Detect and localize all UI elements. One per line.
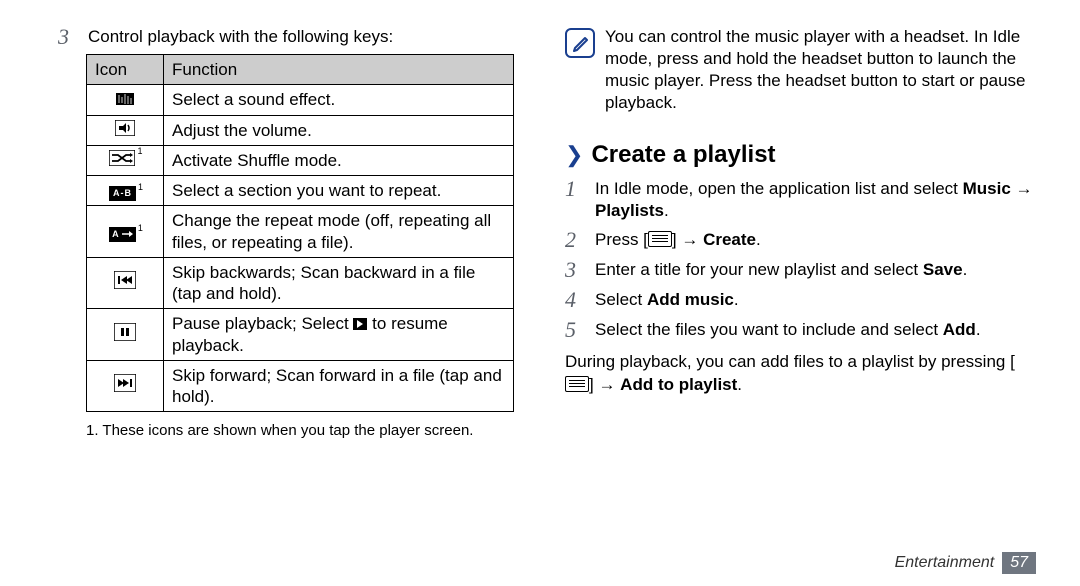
step-text: Select the files you want to include and… [595,319,1036,340]
function-text: Select a section you want to repeat. [164,176,514,206]
menu-icon [565,376,589,392]
page-footer: Entertainment 57 [895,552,1036,574]
footnote: 1. These icons are shown when you tap th… [86,422,529,441]
section-name: Entertainment [895,553,995,573]
function-text: Select a sound effect. [164,85,514,115]
note-box: You can control the music player with a … [565,26,1036,114]
function-text: Change the repeat mode (off, repeating a… [164,206,514,258]
step-3: 3 Control playback with the following ke… [58,26,529,48]
skip-back-icon [87,257,164,309]
chevron-right-icon: ❯ [565,144,583,166]
footnote-marker: 1 [138,182,143,193]
table-row: Select a sound effect. [87,85,514,115]
header-icon: Icon [87,55,164,85]
left-column: 3 Control playback with the following ke… [58,26,529,578]
right-column: You can control the music player with a … [565,26,1036,578]
step-text: Enter a title for your new playlist and … [595,259,1036,280]
skip-fwd-icon [87,360,164,412]
note-text: You can control the music player with a … [605,26,1036,114]
table-header-row: Icon Function [87,55,514,85]
play-icon [353,318,367,330]
table-row: 1 Activate Shuffle mode. [87,145,514,175]
ab-label: A-B [109,186,136,201]
manual-page: 3 Control playback with the following ke… [0,0,1080,586]
page-number: 57 [1002,552,1036,574]
during-playback-note: During playback, you can add files to a … [565,351,1036,397]
table-row: Skip forward; Scan forward in a file (ta… [87,360,514,412]
function-text: Skip forward; Scan forward in a file (ta… [164,360,514,412]
header-function: Function [164,55,514,85]
repeat-icon: A 1 [87,206,164,258]
step-5: 5 Select the files you want to include a… [565,319,1036,341]
function-text: Skip backwards; Scan backward in a file … [164,257,514,309]
steps-list: 1 In Idle mode, open the application lis… [565,178,1036,341]
function-text: Adjust the volume. [164,115,514,145]
table-row: A-B 1 Select a section you want to repea… [87,176,514,206]
step-text: Select Add music. [595,289,1036,310]
function-text: Pause playback; Select to resume playbac… [164,309,514,361]
table-row: Adjust the volume. [87,115,514,145]
step-number: 3 [58,26,76,48]
function-text: Activate Shuffle mode. [164,145,514,175]
step-number: 1 [565,178,583,200]
step-number: 3 [565,259,583,281]
step-1: 1 In Idle mode, open the application lis… [565,178,1036,221]
footnote-marker: 1 [137,146,142,157]
menu-icon [648,231,672,247]
step-number: 5 [565,319,583,341]
section-heading: ❯ Create a playlist [565,140,1036,170]
step-number: 4 [565,289,583,311]
table-row: A 1 Change the repeat mode (off, repeati… [87,206,514,258]
footnote-marker: 1 [138,223,143,234]
step-number: 2 [565,229,583,251]
step-text: Press [] → Create. [595,229,1036,250]
step-text: In Idle mode, open the application list … [595,178,1036,221]
ab-repeat-icon: A-B 1 [87,176,164,206]
shuffle-icon: 1 [87,145,164,175]
a-label: A [112,229,118,239]
table-row: Pause playback; Select to resume playbac… [87,309,514,361]
heading-text: Create a playlist [591,140,775,170]
volume-icon [87,115,164,145]
step-4: 4 Select Add music. [565,289,1036,311]
sound-effect-icon [87,85,164,115]
playback-keys-table: Icon Function Select a sound effect. Adj… [86,54,514,412]
pause-icon [87,309,164,361]
table-row: Skip backwards; Scan backward in a file … [87,257,514,309]
note-icon [565,28,595,58]
step-3: 3 Enter a title for your new playlist an… [565,259,1036,281]
step-2: 2 Press [] → Create. [565,229,1036,251]
step-text: Control playback with the following keys… [88,26,529,47]
